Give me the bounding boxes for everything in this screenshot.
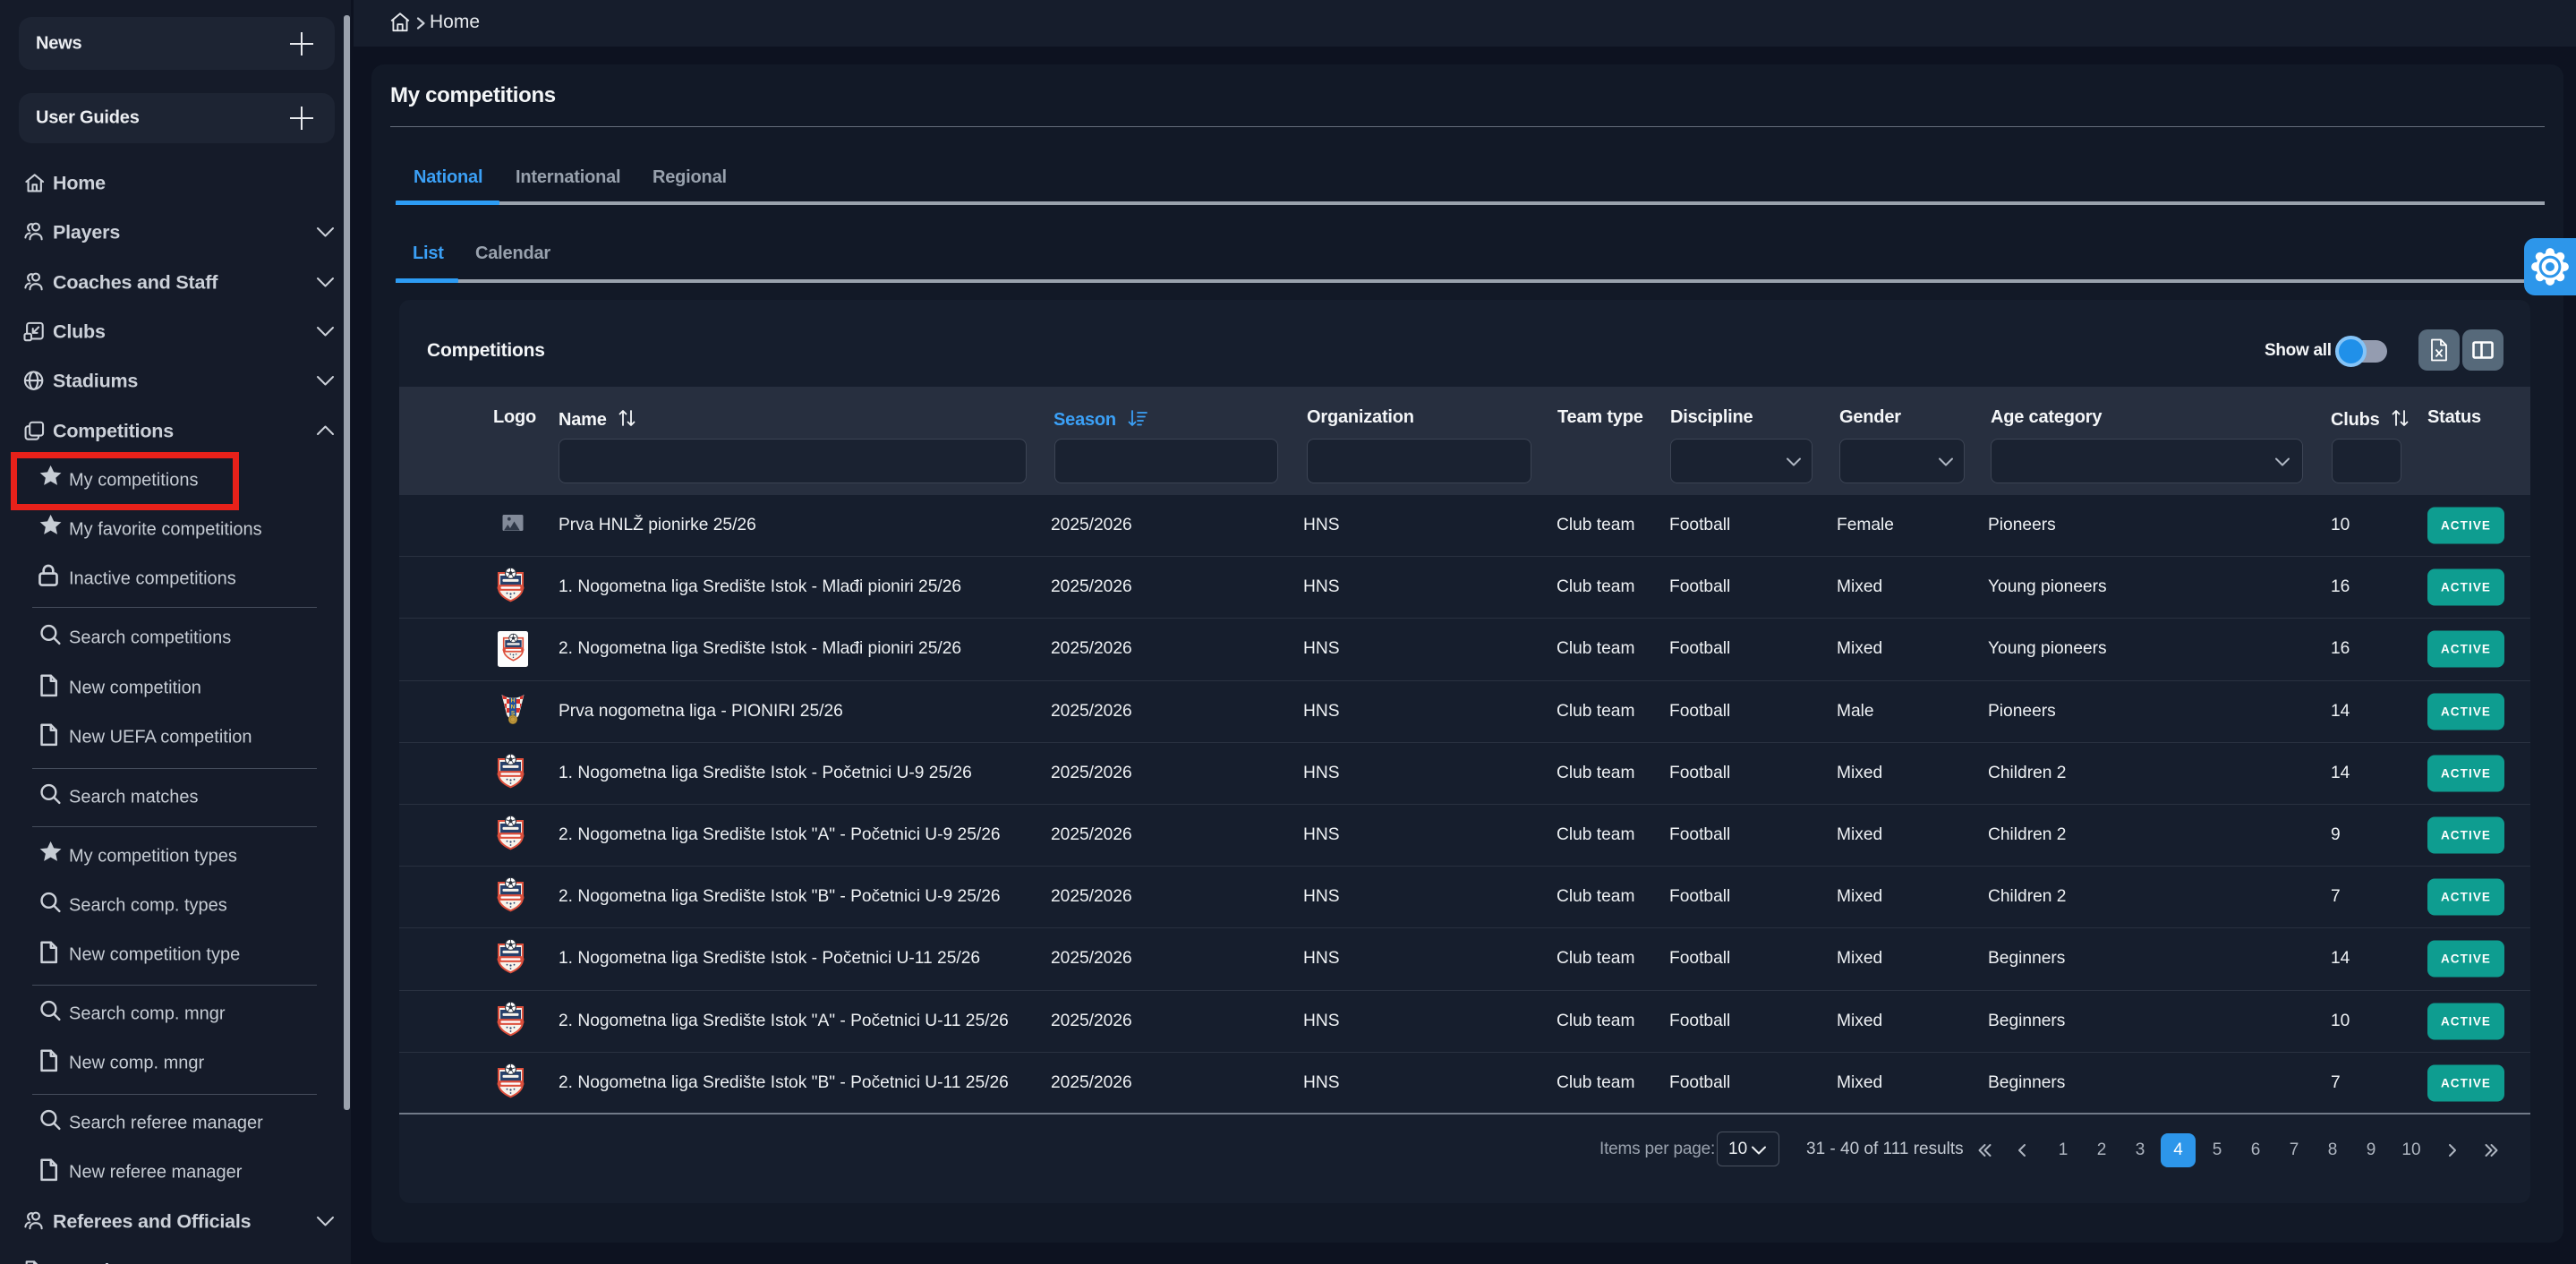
svg-text:N: N: [511, 704, 516, 710]
svg-text:H: H: [511, 697, 516, 704]
